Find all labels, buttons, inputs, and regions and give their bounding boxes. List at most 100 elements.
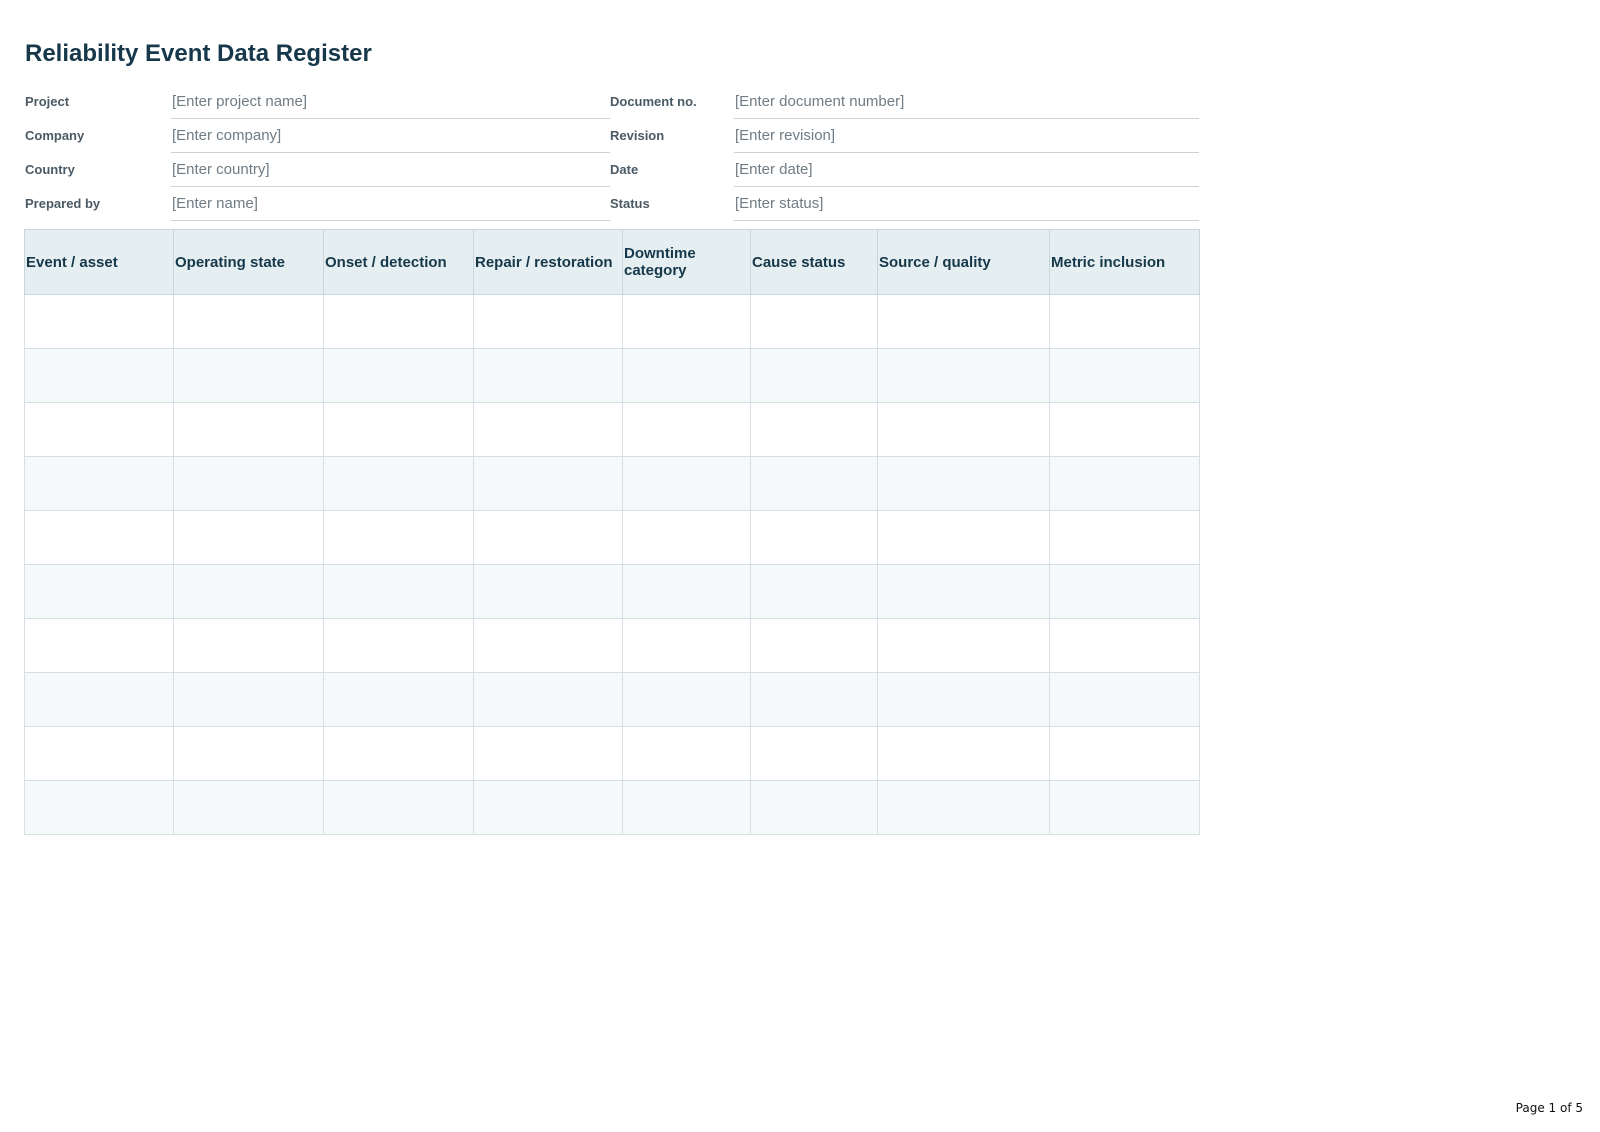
cell-repair-restoration[interactable]	[473, 348, 623, 403]
cell-event-asset[interactable]	[24, 564, 174, 619]
cell-downtime-category[interactable]	[622, 510, 751, 565]
cell-event-asset[interactable]	[24, 618, 174, 673]
cell-downtime-category[interactable]	[622, 780, 751, 835]
cell-onset-detection[interactable]	[323, 294, 474, 349]
company-field[interactable]: [Enter company]	[171, 118, 610, 153]
cell-operating-state[interactable]	[173, 510, 324, 565]
country-field[interactable]: [Enter country]	[171, 152, 610, 187]
cell-cause-status[interactable]	[750, 564, 878, 619]
cell-downtime-category[interactable]	[622, 456, 751, 511]
cell-source-quality[interactable]	[877, 780, 1050, 835]
cell-source-quality[interactable]	[877, 456, 1050, 511]
cell-metric-inclusion[interactable]	[1049, 456, 1200, 511]
cell-source-quality[interactable]	[877, 294, 1050, 349]
cell-downtime-category[interactable]	[622, 564, 751, 619]
cell-metric-inclusion[interactable]	[1049, 510, 1200, 565]
cell-repair-restoration[interactable]	[473, 564, 623, 619]
cell-metric-inclusion[interactable]	[1049, 294, 1200, 349]
cell-downtime-category[interactable]	[622, 618, 751, 673]
cell-metric-inclusion[interactable]	[1049, 402, 1200, 457]
cell-cause-status[interactable]	[750, 672, 878, 727]
cell-metric-inclusion[interactable]	[1049, 672, 1200, 727]
cell-source-quality[interactable]	[877, 618, 1050, 673]
cell-event-asset[interactable]	[24, 402, 174, 457]
cell-onset-detection[interactable]	[323, 402, 474, 457]
cell-cause-status[interactable]	[750, 510, 878, 565]
cell-event-asset[interactable]	[24, 726, 174, 781]
date-label: Date	[610, 162, 639, 177]
cell-onset-detection[interactable]	[323, 348, 474, 403]
cell-cause-status[interactable]	[750, 618, 878, 673]
cell-source-quality[interactable]	[877, 402, 1050, 457]
cell-operating-state[interactable]	[173, 294, 324, 349]
prepared-by-field[interactable]: [Enter name]	[171, 186, 610, 221]
cell-downtime-category[interactable]	[622, 294, 751, 349]
cell-cause-status[interactable]	[750, 780, 878, 835]
info-row-company: Company [Enter company] Revision [Enter …	[25, 118, 1199, 153]
cell-repair-restoration[interactable]	[473, 510, 623, 565]
cell-source-quality[interactable]	[877, 672, 1050, 727]
cell-operating-state[interactable]	[173, 564, 324, 619]
cell-source-quality[interactable]	[877, 564, 1050, 619]
cell-cause-status[interactable]	[750, 726, 878, 781]
cell-event-asset[interactable]	[24, 456, 174, 511]
cell-onset-detection[interactable]	[323, 672, 474, 727]
cell-operating-state[interactable]	[173, 618, 324, 673]
column-header-source-quality: Source / quality	[877, 229, 1050, 295]
cell-event-asset[interactable]	[24, 672, 174, 727]
cell-onset-detection[interactable]	[323, 726, 474, 781]
table-row	[24, 780, 1200, 835]
cell-repair-restoration[interactable]	[473, 672, 623, 727]
document-no-field[interactable]: [Enter document number]	[734, 85, 1199, 119]
cell-repair-restoration[interactable]	[473, 726, 623, 781]
cell-event-asset[interactable]	[24, 780, 174, 835]
cell-downtime-category[interactable]	[622, 402, 751, 457]
table-row	[24, 348, 1200, 403]
status-label: Status	[610, 196, 650, 211]
cell-downtime-category[interactable]	[622, 348, 751, 403]
cell-operating-state[interactable]	[173, 672, 324, 727]
cell-downtime-category[interactable]	[622, 672, 751, 727]
cell-metric-inclusion[interactable]	[1049, 618, 1200, 673]
project-field[interactable]: [Enter project name]	[171, 85, 610, 119]
cell-operating-state[interactable]	[173, 348, 324, 403]
cell-operating-state[interactable]	[173, 402, 324, 457]
cell-downtime-category[interactable]	[622, 726, 751, 781]
cell-repair-restoration[interactable]	[473, 618, 623, 673]
cell-onset-detection[interactable]	[323, 456, 474, 511]
cell-cause-status[interactable]	[750, 294, 878, 349]
table-row	[24, 726, 1200, 781]
cell-metric-inclusion[interactable]	[1049, 780, 1200, 835]
table-row	[24, 456, 1200, 511]
table-header-row: Event / asset Operating state Onset / de…	[24, 229, 1200, 295]
cell-source-quality[interactable]	[877, 510, 1050, 565]
cell-metric-inclusion[interactable]	[1049, 726, 1200, 781]
cell-onset-detection[interactable]	[323, 564, 474, 619]
page-title: Reliability Event Data Register	[25, 40, 372, 67]
cell-metric-inclusion[interactable]	[1049, 564, 1200, 619]
cell-source-quality[interactable]	[877, 348, 1050, 403]
cell-metric-inclusion[interactable]	[1049, 348, 1200, 403]
column-header-downtime-category: Downtime category	[622, 229, 751, 295]
cell-onset-detection[interactable]	[323, 618, 474, 673]
cell-cause-status[interactable]	[750, 402, 878, 457]
cell-operating-state[interactable]	[173, 726, 324, 781]
cell-repair-restoration[interactable]	[473, 402, 623, 457]
column-header-repair-restoration: Repair / restoration	[473, 229, 623, 295]
cell-operating-state[interactable]	[173, 456, 324, 511]
cell-event-asset[interactable]	[24, 510, 174, 565]
cell-cause-status[interactable]	[750, 348, 878, 403]
cell-onset-detection[interactable]	[323, 510, 474, 565]
cell-cause-status[interactable]	[750, 456, 878, 511]
revision-field[interactable]: [Enter revision]	[734, 118, 1199, 153]
cell-repair-restoration[interactable]	[473, 456, 623, 511]
cell-event-asset[interactable]	[24, 348, 174, 403]
cell-repair-restoration[interactable]	[473, 294, 623, 349]
cell-operating-state[interactable]	[173, 780, 324, 835]
cell-repair-restoration[interactable]	[473, 780, 623, 835]
status-field[interactable]: [Enter status]	[734, 186, 1199, 221]
cell-event-asset[interactable]	[24, 294, 174, 349]
date-field[interactable]: [Enter date]	[734, 152, 1199, 187]
cell-source-quality[interactable]	[877, 726, 1050, 781]
cell-onset-detection[interactable]	[323, 780, 474, 835]
